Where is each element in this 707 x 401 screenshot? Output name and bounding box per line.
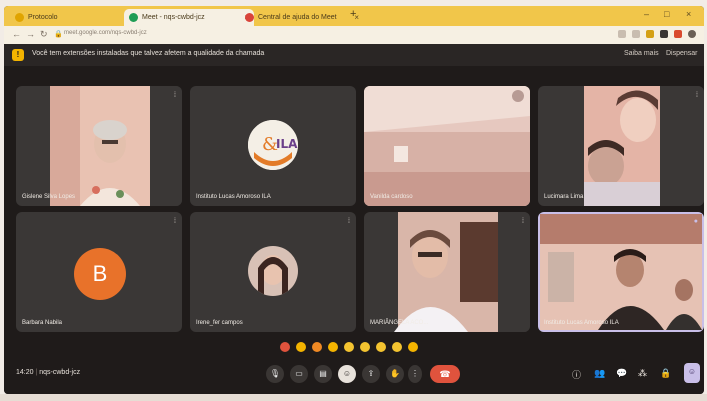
warning-icon: ! [12, 49, 24, 61]
chat-icon[interactable]: 💬 [616, 368, 627, 379]
meet-favicon-icon [129, 13, 138, 22]
notice-text: Você tem extensões instaladas que talvez… [32, 50, 265, 57]
participant-tile[interactable]: & ILA Instituto Lucas Amoroso ILA [190, 86, 356, 206]
participant-name: Gislene Silva Lopes [22, 194, 76, 200]
meeting-code: nqs-cwbd-jcz [39, 369, 81, 376]
mic-off-icon: ⁞ [174, 92, 176, 99]
microphone-button[interactable]: 🎙 [266, 365, 284, 383]
tab-favicon-icon [245, 13, 254, 22]
new-tab-button[interactable]: + [350, 8, 356, 20]
participant-name: Barbara Nabila [22, 320, 63, 326]
meeting-info: 14:20 | nqs-cwbd-jcz [16, 369, 81, 376]
institute-logo: & ILA [248, 120, 298, 170]
tab-meet[interactable]: Meet - nqs-cwbd-jcz × [124, 9, 254, 26]
participant-tile[interactable]: ⁞ Gislene Silva Lopes [16, 86, 182, 206]
mic-off-icon: ⁞ [174, 218, 176, 225]
address-bar[interactable]: meet.google.com/nqs-cwbd-jcz [64, 30, 147, 36]
participant-tile[interactable]: B ⁞ Barbara Nabila [16, 212, 182, 332]
bookmark-star-icon[interactable] [646, 30, 654, 38]
participant-name: Irene_fer campos [196, 320, 243, 326]
forward-icon[interactable]: → [26, 29, 35, 39]
profile-icon[interactable] [688, 30, 696, 38]
tab-label: Meet - nqs-cwbd-jcz [142, 14, 205, 21]
participant-video [540, 214, 702, 330]
extension-icon[interactable] [632, 30, 640, 38]
maximize-button[interactable]: □ [664, 9, 669, 19]
laugh-reaction-icon[interactable] [344, 342, 354, 352]
back-icon[interactable]: ← [12, 29, 21, 39]
minimize-button[interactable]: – [644, 9, 649, 19]
clap-reaction-icon[interactable] [328, 342, 338, 352]
reactions-button[interactable]: ☺ [338, 365, 356, 383]
browser-toolbar: ← → ↻ 🔒 meet.google.com/nqs-cwbd-jcz [4, 26, 704, 44]
participant-name: MARIÂNGELA ACO... [370, 320, 429, 326]
participant-tile[interactable]: ⁞ Lucimara Lima [538, 86, 704, 206]
close-window-button[interactable]: × [686, 9, 691, 19]
tab-strip: Protocolo × Meet - nqs-cwbd-jcz × Centra… [4, 6, 704, 26]
participant-name: Instituto Lucas Amoroso ILA [544, 320, 619, 326]
participant-tile[interactable]: ⁞ Irene_fer campos [190, 212, 356, 332]
participant-video [584, 86, 704, 206]
info-icon[interactable]: ⓘ [572, 368, 581, 381]
participant-video [364, 86, 530, 206]
participant-avatar: B [74, 248, 126, 300]
mic-off-icon: ⁞ [522, 218, 524, 225]
extension-icon[interactable] [674, 30, 682, 38]
heart-reaction-icon[interactable] [280, 342, 290, 352]
thumbs-down-reaction-icon[interactable] [408, 342, 418, 352]
sad-reaction-icon[interactable] [376, 342, 386, 352]
extension-icon[interactable] [660, 30, 668, 38]
participant-video [394, 212, 530, 332]
tab-help[interactable]: Central de ajuda do Meet × [240, 9, 364, 26]
thumbs-up-reaction-icon[interactable] [296, 342, 306, 352]
extension-icon[interactable] [618, 30, 626, 38]
svg-text:ILA: ILA [276, 137, 298, 151]
participant-tile[interactable]: ⁞ MARIÂNGELA ACO... [364, 212, 530, 332]
surprised-reaction-icon[interactable] [360, 342, 370, 352]
reload-icon[interactable]: ↻ [40, 29, 48, 40]
speaking-indicator-icon: ● [693, 218, 698, 225]
end-call-button[interactable]: ☎ [430, 365, 460, 383]
dismiss-link[interactable]: Dispensar [666, 50, 698, 57]
host-controls-icon[interactable]: 🔒 [660, 368, 671, 379]
learn-more-link[interactable]: Saiba mais [624, 50, 659, 57]
browser-window: Protocolo × Meet - nqs-cwbd-jcz × Centra… [4, 6, 704, 394]
thinking-reaction-icon[interactable] [392, 342, 402, 352]
people-icon[interactable]: 👥 [594, 368, 605, 379]
raise-hand-button[interactable]: ✋ [386, 365, 404, 383]
activities-icon[interactable]: ⁂ [638, 368, 647, 379]
lock-icon: 🔒 [54, 31, 63, 38]
participant-avatar [248, 246, 298, 296]
party-reaction-icon[interactable] [312, 342, 322, 352]
mic-off-icon: ⁞ [348, 218, 350, 225]
camera-button[interactable]: ▭ [290, 365, 308, 383]
more-options-button[interactable]: ⋮ [408, 365, 422, 383]
tab-label: Central de ajuda do Meet [258, 14, 337, 21]
participant-name: Vanilda cardoso [370, 194, 413, 200]
participant-video [50, 86, 182, 206]
video-grid: ⁞ Gislene Silva Lopes & ILA Instituto Lu… [4, 66, 704, 356]
tab-label: Protocolo [28, 14, 58, 21]
participant-name: Instituto Lucas Amoroso ILA [196, 194, 271, 200]
meeting-time: 14:20 [16, 369, 34, 376]
os-taskbar [0, 394, 707, 401]
tab-protocolo[interactable]: Protocolo × [10, 9, 138, 26]
extensions-notice: ! Você tem extensões instaladas que talv… [4, 44, 704, 66]
mic-off-icon: ⁞ [696, 92, 698, 99]
meeting-controls-bar: 14:20 | nqs-cwbd-jcz 🎙 ▭ ▤ ☺ ⇪ ✋ ⋮ ☎ ⓘ 👥… [4, 356, 704, 394]
tab-favicon-icon [15, 13, 24, 22]
participant-tile[interactable]: Vanilda cardoso [364, 86, 530, 206]
captions-button[interactable]: ▤ [314, 365, 332, 383]
present-button[interactable]: ⇪ [362, 365, 380, 383]
self-view-thumbnail[interactable]: ☺ [684, 363, 700, 383]
participant-name: Lucimara Lima [544, 194, 584, 200]
participant-tile-speaking[interactable]: ● Instituto Lucas Amoroso ILA [538, 212, 704, 332]
